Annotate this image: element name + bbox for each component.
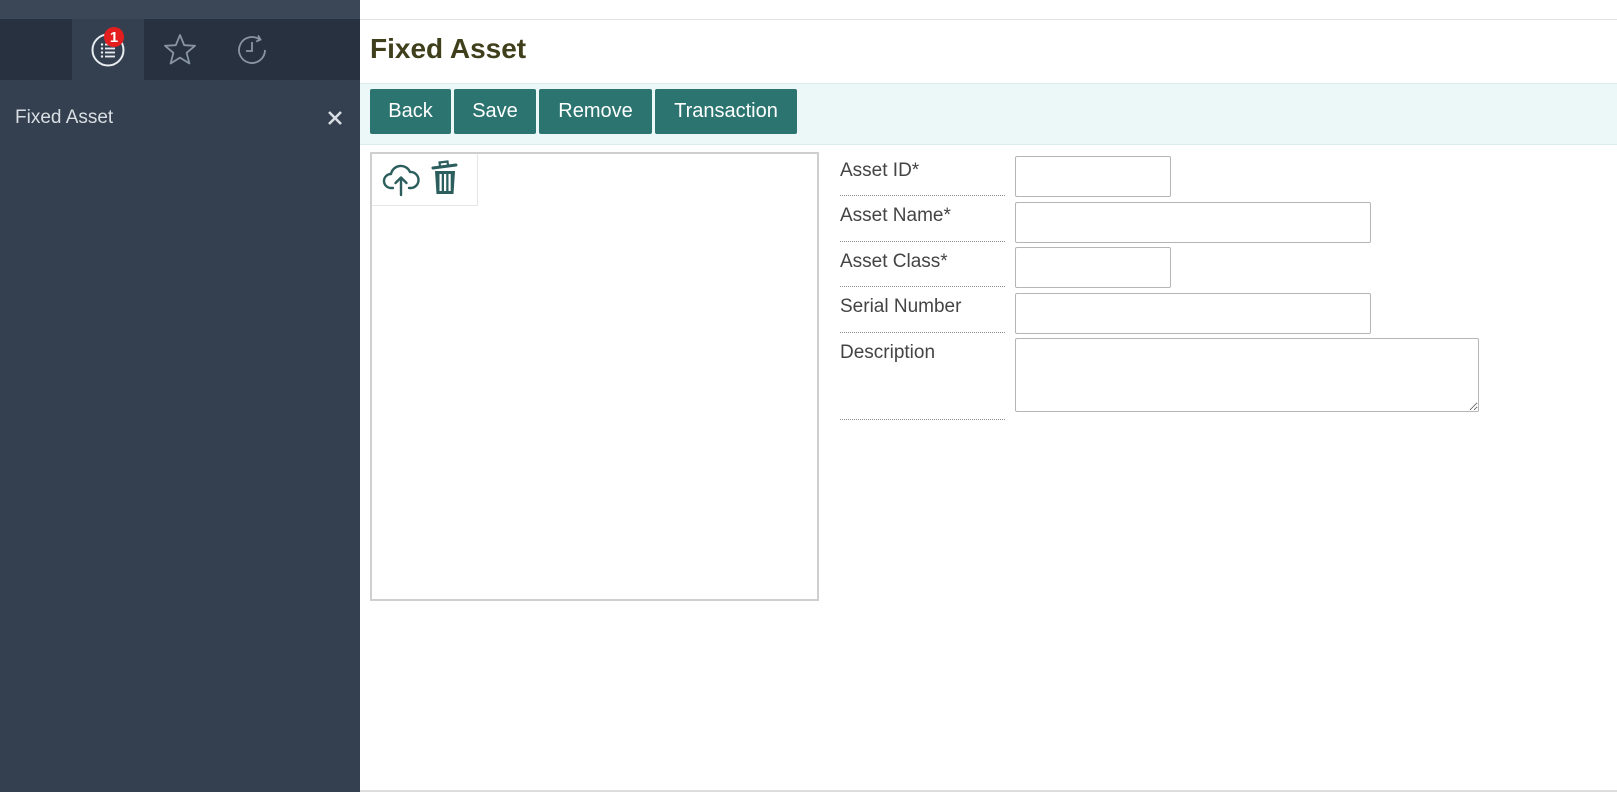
header-divider — [360, 19, 1617, 20]
serial-number-field[interactable] — [1015, 293, 1371, 334]
history-icon — [238, 34, 266, 64]
notification-badge: 1 — [104, 27, 124, 47]
tab-favorites[interactable] — [144, 19, 216, 80]
image-pane[interactable] — [370, 152, 819, 601]
sidebar: 1 Fixed Asset — [0, 0, 360, 792]
sidebar-top-strip — [0, 0, 360, 19]
trash-icon[interactable] — [430, 159, 460, 197]
close-icon[interactable] — [325, 108, 345, 128]
sidebar-item-label: Fixed Asset — [15, 107, 114, 128]
sidebar-item-fixed-asset[interactable]: Fixed Asset — [0, 100, 360, 136]
star-icon — [164, 33, 196, 64]
save-button[interactable]: Save — [454, 89, 536, 134]
remove-button[interactable]: Remove — [539, 89, 652, 134]
page-title: Fixed Asset — [370, 33, 527, 64]
description-field[interactable] — [1015, 338, 1479, 412]
back-button[interactable]: Back — [370, 89, 451, 134]
serial-number-label: Serial Number — [840, 296, 1005, 333]
tab-history[interactable] — [216, 19, 288, 80]
tab-list[interactable]: 1 — [72, 19, 144, 80]
image-toolbar — [372, 154, 478, 206]
asset-class-label: Asset Class* — [840, 251, 1005, 287]
cloud-upload-icon[interactable] — [382, 161, 420, 197]
asset-name-label: Asset Name* — [840, 205, 1005, 242]
toolbar: Back Save Remove Transaction — [360, 83, 1617, 145]
description-label: Description — [840, 342, 1005, 420]
asset-class-field[interactable] — [1015, 247, 1171, 288]
asset-name-field[interactable] — [1015, 202, 1371, 243]
asset-id-field[interactable] — [1015, 156, 1171, 197]
transaction-button[interactable]: Transaction — [655, 89, 797, 134]
sidebar-tabbar: 1 — [0, 19, 360, 80]
asset-id-label: Asset ID* — [840, 160, 1005, 196]
